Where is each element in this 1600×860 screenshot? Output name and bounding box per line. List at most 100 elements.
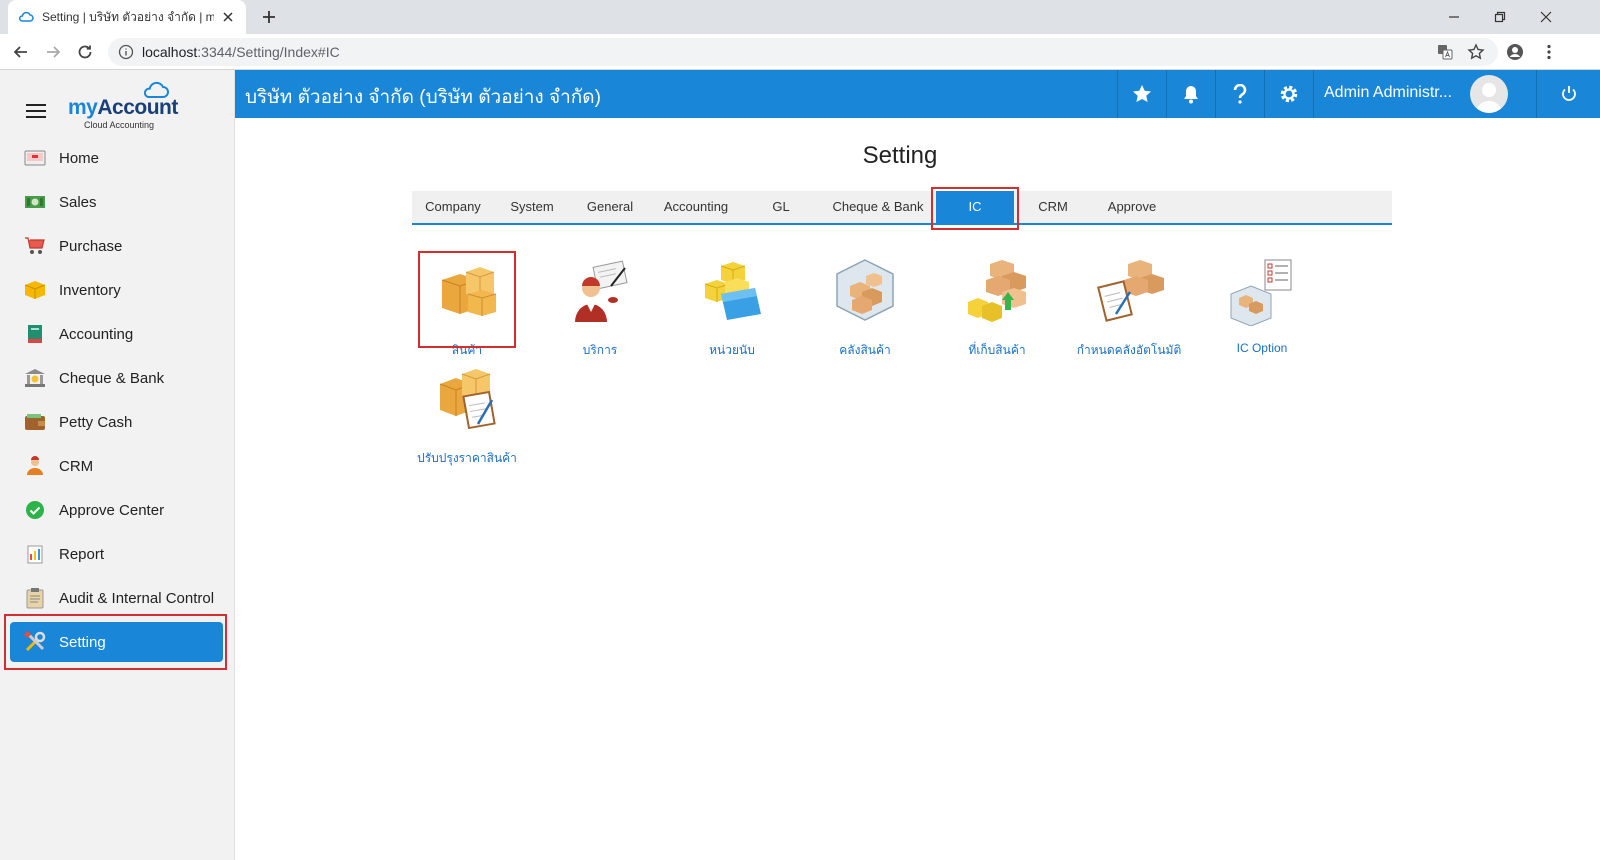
- logout-button[interactable]: [1536, 70, 1600, 118]
- browser-tab[interactable]: Setting | บริษัท ตัวอย่าง จำกัด | myA: [8, 0, 246, 34]
- product-tile-highlight-box: [418, 251, 516, 348]
- minimize-window-button[interactable]: [1440, 4, 1468, 30]
- tile-unit[interactable]: หน่วยนับ: [677, 256, 787, 360]
- tab-crm[interactable]: CRM: [1014, 191, 1092, 223]
- question-icon: [1233, 84, 1246, 104]
- storage-location-icon: [968, 260, 1026, 322]
- auto-warehouse-icon: [1097, 260, 1164, 322]
- kebab-menu-icon: [1547, 44, 1551, 60]
- tab-general[interactable]: General: [570, 191, 650, 223]
- logo-tagline: Cloud Accounting: [84, 120, 155, 130]
- reload-icon: [78, 45, 92, 59]
- tile-label: หน่วยนับ: [709, 343, 755, 357]
- service-person-icon: [575, 260, 628, 322]
- user-menu[interactable]: Admin Administr...: [1313, 70, 1536, 118]
- back-button[interactable]: [10, 41, 32, 63]
- sidebar-item-report[interactable]: Report: [0, 532, 235, 576]
- tab-company[interactable]: Company: [412, 191, 494, 223]
- star-outline-icon: [1467, 43, 1485, 60]
- cart-icon: [24, 235, 46, 257]
- tile-label: ที่เก็บสินค้า: [968, 343, 1026, 357]
- browser-tab-title: Setting | บริษัท ตัวอย่าง จำกัด | myA: [42, 9, 214, 24]
- price-adjust-icon: [439, 369, 496, 430]
- company-name: บริษัท ตัวอย่าง จำกัด (บริษัท ตัวอย่าง จ…: [245, 87, 601, 108]
- avatar: [1470, 75, 1508, 113]
- help-button[interactable]: [1215, 70, 1263, 118]
- new-tab-icon[interactable]: [258, 6, 280, 28]
- profile-button[interactable]: [1504, 41, 1526, 63]
- sidebar-item-home[interactable]: Home: [0, 136, 235, 180]
- tab-gl[interactable]: GL: [742, 191, 820, 223]
- sidebar-item-sales[interactable]: Sales: [0, 180, 235, 224]
- clipboard-icon: [24, 587, 46, 609]
- sidebar-item-petty-cash[interactable]: Petty Cash: [0, 400, 235, 444]
- restore-window-button[interactable]: [1486, 4, 1514, 30]
- ic-option-icon: [1230, 259, 1292, 327]
- sidebar-item-inventory[interactable]: Inventory: [0, 268, 235, 312]
- tab-cheque-bank[interactable]: Cheque & Bank: [820, 191, 936, 223]
- restore-icon: [1494, 11, 1506, 23]
- setting-highlight-box: [4, 614, 227, 670]
- ledger-icon: [24, 323, 46, 345]
- reload-button[interactable]: [74, 41, 96, 63]
- tile-ic-option[interactable]: IC Option: [1207, 256, 1317, 355]
- sidebar-item-purchase[interactable]: Purchase: [0, 224, 235, 268]
- report-icon: [24, 543, 46, 565]
- user-name: Admin Administr...: [1324, 84, 1453, 101]
- tab-system[interactable]: System: [494, 191, 570, 223]
- hamburger-menu-icon[interactable]: [26, 104, 46, 120]
- wallet-icon: [24, 411, 46, 433]
- setting-tabs: Company System General Accounting GL Che…: [412, 191, 1392, 225]
- people-icon: [24, 455, 46, 477]
- myaccount-logo[interactable]: myAccount Cloud Accounting: [66, 80, 186, 138]
- ic-tab-highlight-box: [931, 187, 1019, 230]
- top-header: บริษัท ตัวอย่าง จำกัด (บริษัท ตัวอย่าง จ…: [235, 70, 1600, 118]
- tile-label: ปรับปรุงราคาสินค้า: [417, 451, 517, 465]
- power-icon: [1561, 86, 1576, 101]
- warehouse-icon: [836, 259, 894, 321]
- browser-menu-button[interactable]: [1538, 41, 1560, 63]
- settings-button[interactable]: [1264, 70, 1312, 118]
- bell-icon: [1183, 86, 1198, 104]
- box-icon: [24, 279, 46, 301]
- bookmark-button[interactable]: [1465, 41, 1487, 63]
- sidebar-item-cheque-bank[interactable]: Cheque & Bank: [0, 356, 235, 400]
- sidebar-item-crm[interactable]: CRM: [0, 444, 235, 488]
- check-circle-icon: [24, 499, 46, 521]
- tile-storage-location[interactable]: ที่เก็บสินค้า: [942, 256, 1052, 360]
- sidebar-menu: Home Sales Purchase Inventory Accounting: [0, 136, 235, 662]
- cloud-favicon-icon: [18, 11, 34, 22]
- tile-label: กำหนดคลังอัตโนมัติ: [1076, 343, 1182, 357]
- tile-label: IC Option: [1236, 341, 1288, 355]
- user-avatar-icon: [1476, 83, 1502, 113]
- tab-approve[interactable]: Approve: [1092, 191, 1172, 223]
- browser-tab-bar: Setting | บริษัท ตัวอย่าง จำกัด | myA: [0, 0, 1600, 34]
- favorites-button[interactable]: [1117, 70, 1165, 118]
- tile-label: บริการ: [582, 343, 618, 357]
- close-window-button[interactable]: [1532, 4, 1560, 30]
- sidebar-item-approve-center[interactable]: Approve Center: [0, 488, 235, 532]
- close-icon: [1540, 11, 1552, 23]
- translate-button[interactable]: [1434, 41, 1456, 63]
- logo-wordmark: myAccount: [68, 96, 178, 119]
- arrow-right-icon: [47, 46, 61, 58]
- url-text: localhost:3344/Setting/Index#IC: [142, 44, 340, 60]
- sidebar-item-accounting[interactable]: Accounting: [0, 312, 235, 356]
- notifications-button[interactable]: [1166, 70, 1214, 118]
- star-icon: [1132, 85, 1151, 102]
- bank-icon: [24, 367, 46, 389]
- tab-accounting[interactable]: Accounting: [650, 191, 742, 223]
- tile-price-adjust[interactable]: ปรับปรุงราคาสินค้า: [412, 364, 522, 468]
- info-icon: [118, 44, 134, 60]
- account-circle-icon: [1507, 44, 1523, 60]
- close-tab-icon[interactable]: [220, 9, 236, 25]
- tile-auto-warehouse[interactable]: กำหนดคลังอัตโนมัติ: [1074, 256, 1184, 360]
- tile-service[interactable]: บริการ: [545, 256, 655, 360]
- unit-folder-icon: [704, 262, 761, 320]
- forward-button[interactable]: [42, 41, 64, 63]
- tile-warehouse[interactable]: คลังสินค้า: [810, 256, 920, 360]
- url-input[interactable]: localhost:3344/Setting/Index#IC: [108, 38, 1498, 66]
- address-bar: localhost:3344/Setting/Index#IC: [0, 34, 1600, 70]
- sidebar: myAccount Cloud Accounting Home Sales Pu…: [0, 70, 235, 860]
- gear-icon: [1280, 85, 1297, 103]
